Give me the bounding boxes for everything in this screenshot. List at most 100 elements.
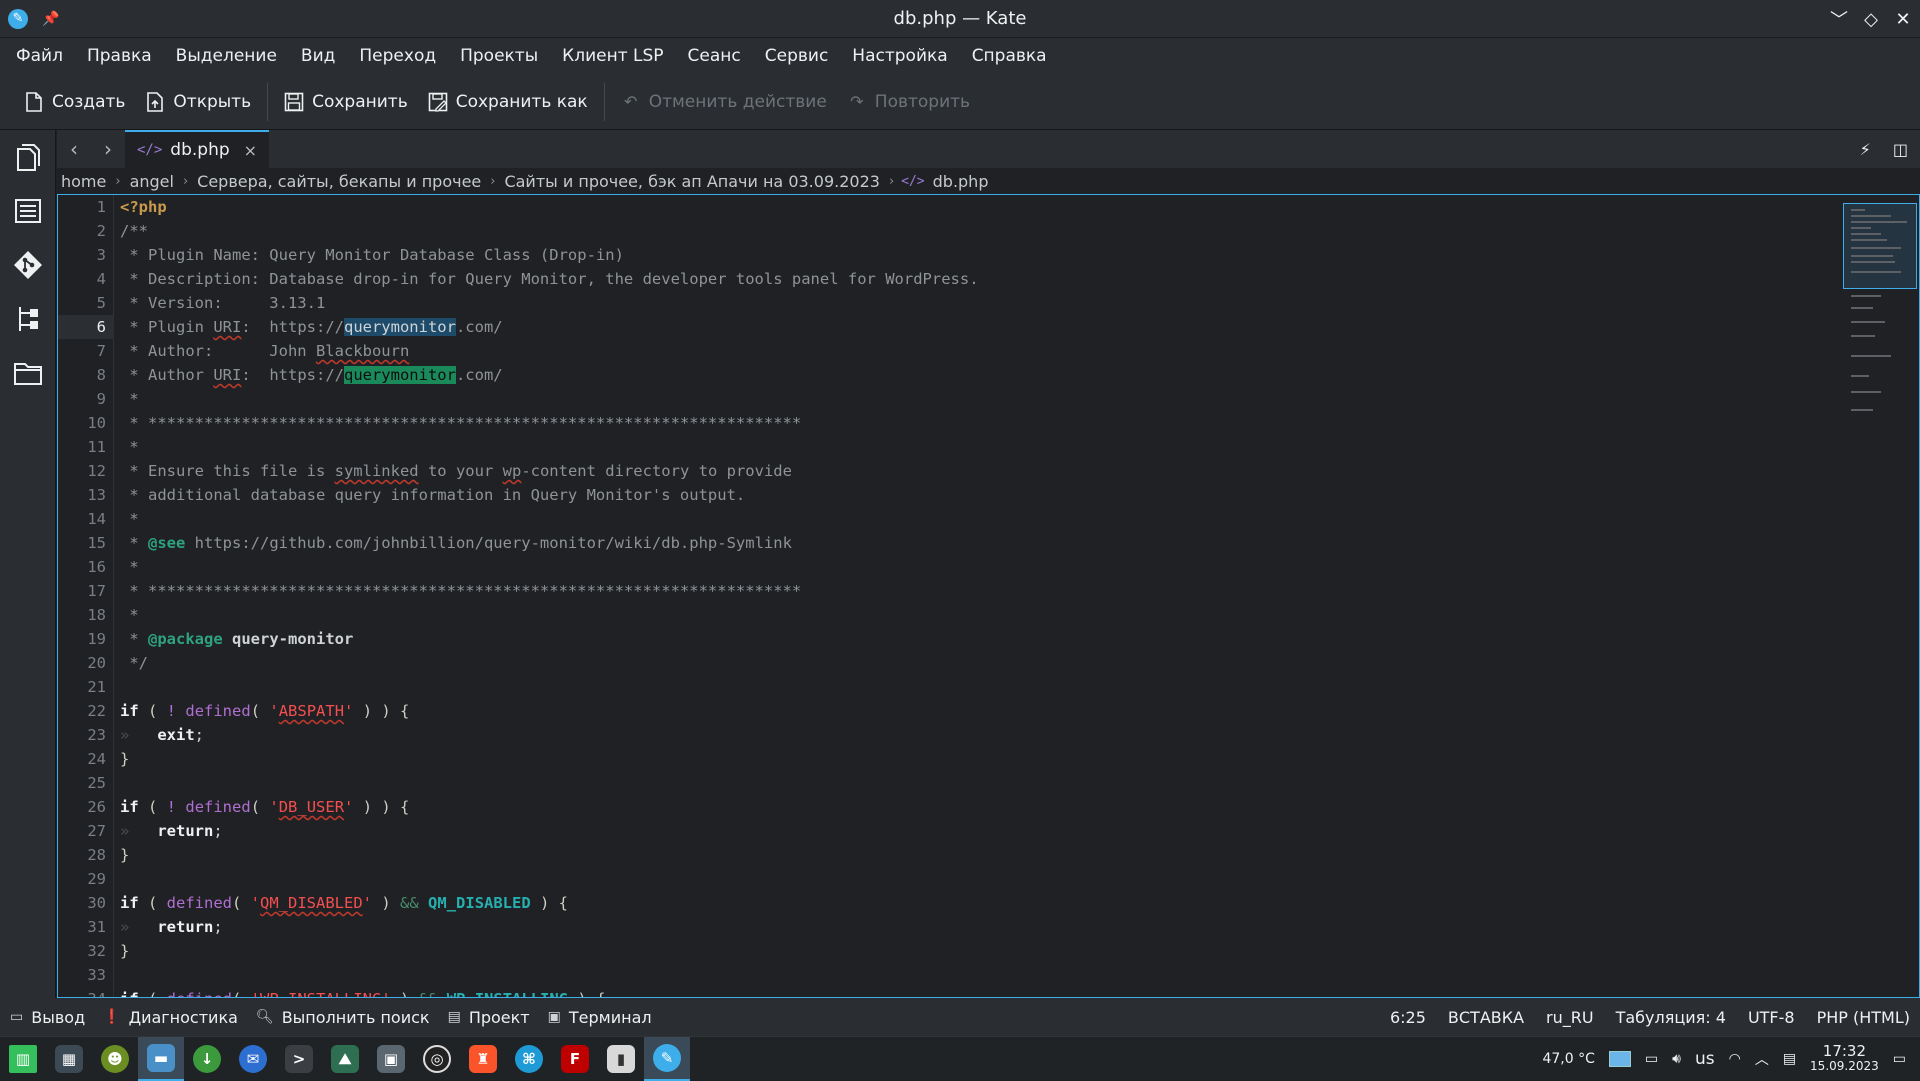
volume-icon[interactable]: 🔊︎ xyxy=(1672,1051,1681,1067)
input-mode[interactable]: ВСТАВКА xyxy=(1448,1008,1524,1027)
close-icon[interactable]: ✕ xyxy=(1894,9,1912,30)
line-number: 31 xyxy=(87,918,106,936)
task-app[interactable]: ▬ xyxy=(138,1036,184,1081)
breadcrumb-item[interactable]: Сайты и прочее, бэк ап Апачи на 03.09.20… xyxy=(502,172,881,191)
syntax-mode-selector[interactable]: PHP (HTML) xyxy=(1817,1008,1910,1027)
menu-tools[interactable]: Сервис xyxy=(753,46,841,66)
minimap[interactable] xyxy=(1843,195,1919,997)
app-launcher-button[interactable]: ▥ xyxy=(0,1037,46,1081)
git-panel-button[interactable] xyxy=(0,238,56,292)
documents-panel-button[interactable] xyxy=(0,130,56,184)
terminal-panel-button[interactable]: ▣ Терминал xyxy=(548,1008,652,1027)
browser-icon: ⌘ xyxy=(515,1044,543,1073)
code-line: * Author URI: https://querymonitor.com/ xyxy=(120,366,503,384)
menu-edit[interactable]: Правка xyxy=(75,46,164,66)
kate-app-icon[interactable]: ✎ xyxy=(8,8,28,29)
menu-selection[interactable]: Выделение xyxy=(164,46,289,66)
menu-lsp-client[interactable]: Клиент LSP xyxy=(550,46,675,66)
line-number: 22 xyxy=(87,702,106,720)
menu-file[interactable]: Файл xyxy=(4,46,75,66)
clock[interactable]: 17:32 15.09.2023 xyxy=(1810,1044,1879,1074)
task-app[interactable]: ▮ xyxy=(598,1037,644,1081)
menu-go[interactable]: Переход xyxy=(347,46,448,66)
split-view-icon[interactable]: ◫ xyxy=(1893,140,1908,159)
display-icon[interactable] xyxy=(1608,1051,1631,1067)
line-number: 11 xyxy=(87,438,106,456)
diagnostics-panel-button[interactable]: ❗ Диагностика xyxy=(103,1008,238,1027)
code-line: * Version: 3.13.1 xyxy=(120,294,326,312)
symbols-panel-button[interactable] xyxy=(0,184,56,238)
battery-icon[interactable]: ▭ xyxy=(1645,1051,1658,1067)
code-line: * Ensure this file is symlinked to your … xyxy=(120,462,792,480)
code-line: <?php xyxy=(120,198,167,216)
save-as-icon xyxy=(428,92,448,112)
open-file-label: Открыть xyxy=(173,91,252,112)
pin-icon[interactable]: 📌 xyxy=(42,11,59,27)
project-tree-button[interactable] xyxy=(0,292,56,346)
task-app[interactable]: ⛰ xyxy=(322,1037,368,1081)
clipboard-icon[interactable]: ▤ xyxy=(1783,1051,1796,1067)
task-app[interactable]: ☻ xyxy=(92,1037,138,1081)
task-app[interactable]: ✉ xyxy=(230,1037,276,1081)
line-number: 29 xyxy=(87,870,106,888)
breadcrumb-item[interactable]: Сервера, сайты, бекапы и прочее xyxy=(195,172,483,191)
undo-label: Отменить действие xyxy=(648,91,827,112)
code-line: * Description: Database drop-in for Quer… xyxy=(120,270,979,288)
back-arrow-icon[interactable]: ‹ xyxy=(57,137,91,161)
forward-arrow-icon[interactable]: › xyxy=(91,137,125,161)
task-app[interactable]: ⌘ xyxy=(506,1037,552,1081)
dictionary-selector[interactable]: ru_RU xyxy=(1546,1008,1594,1027)
status-bar: ▭ Вывод ❗ Диагностика 🔍︎ Выполнить поиск… xyxy=(0,998,1920,1036)
save-label: Сохранить xyxy=(312,91,408,112)
task-app[interactable]: ✎ xyxy=(644,1036,690,1081)
undo-button[interactable]: ↶ Отменить действие xyxy=(611,86,837,118)
show-desktop-icon[interactable]: ▭ xyxy=(1893,1051,1906,1067)
task-app[interactable]: ▦ xyxy=(46,1037,92,1081)
task-app[interactable]: ♜ xyxy=(460,1037,506,1081)
output-panel-button[interactable]: ▭ Вывод xyxy=(10,1008,85,1027)
project-panel-button[interactable]: ▤ Проект xyxy=(448,1008,530,1027)
new-file-button[interactable]: Создать xyxy=(14,86,135,118)
line-number: 4 xyxy=(96,270,106,288)
task-app[interactable]: F xyxy=(552,1037,598,1081)
keyboard-layout[interactable]: us xyxy=(1695,1049,1715,1069)
wifi-icon[interactable]: ◠ xyxy=(1729,1051,1741,1067)
code-editor[interactable]: 1 <?php 2 /** 3 * Plugin Name: Query Monit… xyxy=(57,194,1920,998)
breadcrumb-item[interactable]: angel xyxy=(128,172,176,191)
task-app[interactable]: ◎ xyxy=(414,1037,460,1081)
task-app[interactable]: ▣ xyxy=(368,1037,414,1081)
cursor-position[interactable]: 6:25 xyxy=(1390,1008,1426,1027)
manjaro-icon: ▥ xyxy=(9,1044,37,1073)
save-button[interactable]: Сохранить xyxy=(274,86,418,118)
tab-close-icon[interactable]: × xyxy=(244,141,257,160)
maximize-icon[interactable]: ◇ xyxy=(1862,9,1880,30)
breadcrumb-item[interactable]: home xyxy=(59,172,108,191)
open-file-button[interactable]: Открыть xyxy=(135,86,261,118)
menu-help[interactable]: Справка xyxy=(960,46,1059,66)
menu-projects[interactable]: Проекты xyxy=(448,46,550,66)
code-line: * xyxy=(120,510,139,528)
filesystem-browser-button[interactable] xyxy=(0,346,56,400)
task-app[interactable]: ↓ xyxy=(184,1037,230,1081)
quick-open-icon[interactable]: ⚡ xyxy=(1860,140,1871,159)
system-settings-icon: ▦ xyxy=(55,1044,83,1073)
task-app[interactable]: > xyxy=(276,1037,322,1081)
code-area[interactable]: 1 <?php 2 /** 3 * Plugin Name: Query Monit… xyxy=(58,195,1839,997)
indentation-selector[interactable]: Табуляция: 4 xyxy=(1616,1008,1726,1027)
terminal-label: Терминал xyxy=(568,1007,652,1027)
tab-db-php[interactable]: </> db.php × xyxy=(125,130,270,168)
search-panel-button[interactable]: 🔍︎ Выполнить поиск xyxy=(256,1008,430,1027)
save-as-button[interactable]: Сохранить как xyxy=(418,86,598,118)
search-icon: 🔍︎ xyxy=(255,1009,274,1025)
menu-session[interactable]: Сеанс xyxy=(676,46,753,66)
redo-button[interactable]: ↷ Повторить xyxy=(837,86,980,118)
encoding-selector[interactable]: UTF-8 xyxy=(1748,1008,1795,1027)
cpu-temperature[interactable]: 47,0 °C xyxy=(1542,1051,1594,1067)
menu-settings[interactable]: Настройка xyxy=(840,46,959,66)
tray-expand-icon[interactable]: ︿ xyxy=(1755,1049,1769,1069)
menu-view[interactable]: Вид xyxy=(289,46,347,66)
brave-icon: ♜ xyxy=(469,1044,497,1073)
breadcrumb-item[interactable]: db.php xyxy=(931,172,991,191)
line-number: 16 xyxy=(87,558,106,576)
minimize-icon[interactable]: ﹀ xyxy=(1830,6,1848,32)
